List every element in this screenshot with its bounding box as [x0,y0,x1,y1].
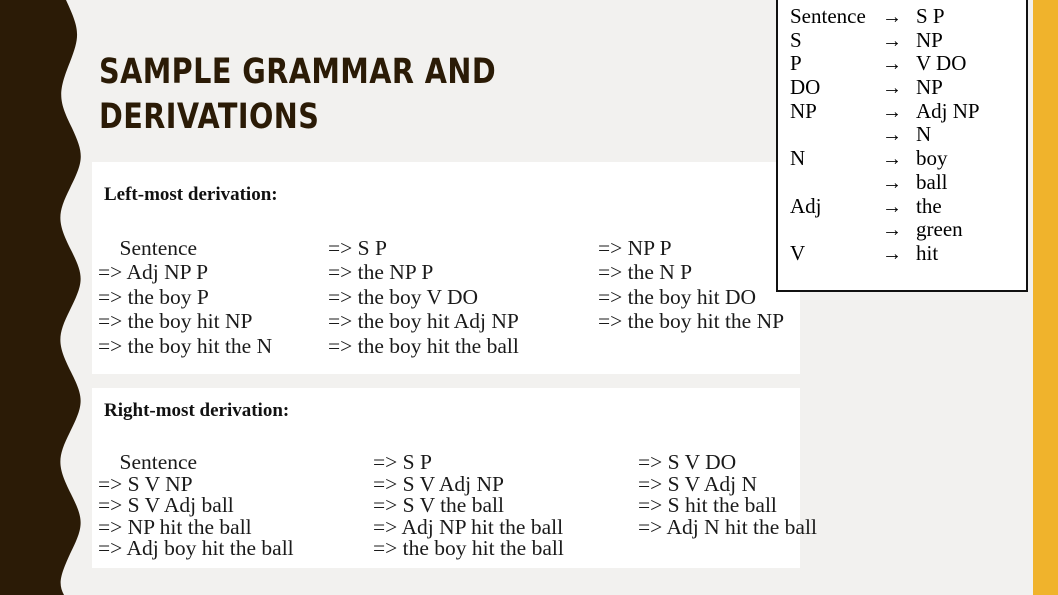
arrow-right-icon: → [882,6,902,28]
derivation-step: => the boy hit NP [98,309,253,334]
grammar-rule-row: → ball [790,170,1022,194]
arrow-right-icon: → [882,171,902,194]
derivation-column: Sentence => S V NP => S V Adj ball => NP… [98,450,373,560]
derivation-step: => the boy hit the ball [328,333,519,358]
rightmost-derivation-heading: Right-most derivation: [104,400,290,421]
derivation-step: => S V Adj ball [98,493,234,517]
slide-canvas: SAMPLE GRAMMAR AND DERIVATIONS Sentence … [0,0,1058,595]
rule-rhs: ball [916,169,948,194]
arrow-right-icon: → [882,100,902,123]
derivation-step: => the boy hit Adj NP [328,309,519,334]
arrow-right-icon: → [882,148,902,171]
rule-lhs: NP [790,98,817,123]
leftmost-derivation-columns: Sentence => Adj NP P => the boy P => the… [98,236,808,358]
derivation-step: => Adj NP hit the ball [373,514,564,539]
rule-rhs: boy [916,146,948,171]
rule-rhs: N [916,122,932,147]
derivation-step: => S V the ball [373,493,504,517]
grammar-rule-row: N → boy [790,146,1022,170]
rule-rhs: S P [916,4,945,28]
leftmost-derivation-heading: Left-most derivation: [104,184,278,205]
arrow-right-icon: → [882,29,902,52]
derivation-step: => S V Adj N [638,471,758,496]
arrow-right-icon: → [882,124,902,147]
rule-lhs: Adj [790,193,822,218]
rule-lhs: N [790,146,806,171]
leftmost-derivation-panel: Left-most derivation: Sentence => Adj NP… [92,162,800,374]
rule-lhs: P [790,51,802,76]
rule-rhs: hit [916,240,939,265]
rule-rhs: V DO [916,51,967,76]
rule-rhs: Adj NP [916,98,980,123]
derivation-step: => the boy P [98,284,209,309]
derivation-column: Sentence => Adj NP P => the boy P => the… [98,236,328,358]
rule-lhs: S [790,27,802,52]
derivation-step: => S P [373,450,432,474]
derivation-step: => the boy hit the NP [598,309,785,334]
derivation-step: Sentence [98,236,198,260]
rule-rhs: the [916,193,942,218]
derivation-step: => Adj N hit the ball [638,514,817,539]
derivation-step: => the NP P [328,260,434,285]
derivation-step: => the boy hit the N [98,333,273,358]
derivation-column: => S P => S V Adj NP => S V the ball => … [373,450,638,560]
grammar-rule-row: → green [790,217,1022,241]
derivation-step: => S hit the ball [638,493,777,517]
derivation-step: => Adj boy hit the ball [98,536,294,560]
arrow-right-icon: → [882,219,902,242]
derivation-step: => S V DO [638,450,737,474]
grammar-rules-list: Sentence → S P S → NP P → V DO DO → NP N… [790,4,1022,265]
arrow-right-icon: → [882,77,902,100]
rule-lhs: V [790,240,806,265]
rule-rhs: green [916,217,963,242]
derivation-column: => S P => the NP P => the boy V DO => th… [328,236,598,358]
grammar-rule-row: DO → NP [790,75,1022,99]
rule-lhs: DO [790,75,821,100]
derivation-column: => S V DO => S V Adj N => S hit the ball… [638,450,838,560]
rightmost-derivation-panel: Right-most derivation: Sentence => S V N… [92,388,817,568]
derivation-step: => S V NP [98,471,193,496]
grammar-rule-row: → N [790,122,1022,146]
grammar-rule-row: V → hit [790,241,1022,265]
arrow-right-icon: → [882,242,902,265]
rule-rhs: NP [916,27,943,52]
derivation-step: Sentence [98,450,198,474]
grammar-rule-row: Adj → the [790,194,1022,218]
derivation-step: => the boy hit the ball [373,536,564,560]
derivation-step: => S P [328,236,387,260]
right-accent-strip [1033,0,1058,595]
grammar-rule-row: P → V DO [790,51,1022,75]
derivation-step: => NP hit the ball [98,514,252,539]
derivation-step: => Adj NP P [98,260,209,285]
left-decorative-wave-band [0,0,81,595]
rule-rhs: NP [916,75,943,100]
page-title: SAMPLE GRAMMAR AND DERIVATIONS [99,52,497,138]
grammar-rule-row: S → NP [790,28,1022,52]
derivation-step: => the boy V DO [328,284,479,309]
arrow-right-icon: → [882,53,902,76]
derivation-step: => S V Adj NP [373,471,505,496]
arrow-right-icon: → [882,195,902,218]
rightmost-derivation-columns: Sentence => S V NP => S V Adj ball => NP… [98,450,838,560]
rule-lhs: Sentence [790,4,866,28]
grammar-rule-row: NP → Adj NP [790,99,1022,123]
grammar-rule-row: Sentence → S P [790,4,1022,28]
grammar-rules-box: Sentence → S P S → NP P → V DO DO → NP N… [776,0,1028,292]
